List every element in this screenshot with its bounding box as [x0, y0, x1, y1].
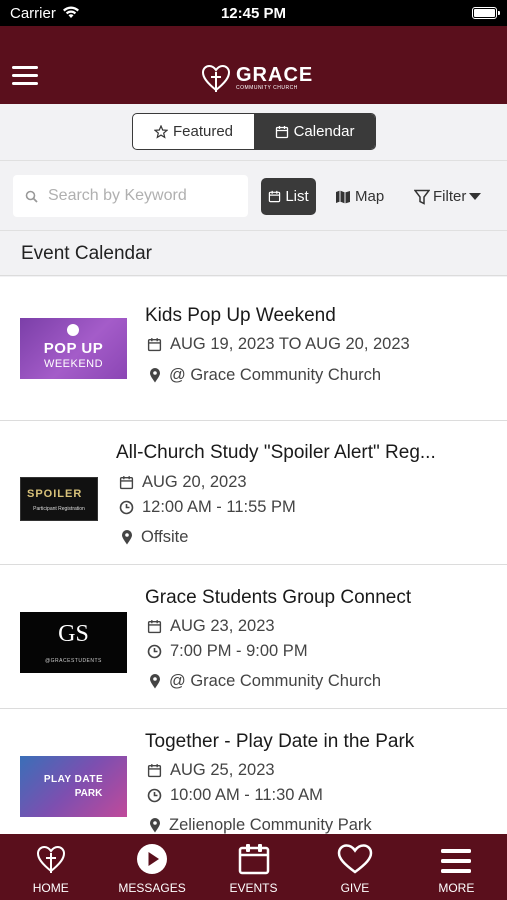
event-location: Offsite — [141, 528, 189, 546]
section-title: Event Calendar — [0, 232, 507, 276]
event-time: 12:00 AM - 11:55 PM — [142, 498, 296, 516]
event-thumbnail: SPOILER Participant Registration — [20, 477, 98, 521]
map-view-button[interactable]: Map — [335, 178, 384, 215]
bottom-tab-bar: HOME MESSAGES EVENTS GIVE MORE — [0, 834, 507, 900]
view-segmented-control: Featured Calendar — [132, 113, 376, 150]
app-header: GRACE COMMUNITY CHURCH — [0, 26, 507, 104]
event-location-row: @ Grace Community Church — [149, 672, 381, 691]
tab-more-label: MORE — [438, 881, 475, 895]
list-view-button[interactable]: List — [261, 178, 316, 215]
event-date: AUG 25, 2023 — [170, 761, 275, 779]
brand-name: GRACE — [236, 63, 314, 86]
heart-cross-icon — [36, 845, 65, 873]
hamburger-menu-icon[interactable] — [12, 66, 38, 86]
filter-icon — [414, 189, 430, 205]
chevron-down-icon — [469, 192, 482, 200]
heart-cross-icon — [201, 64, 231, 92]
map-icon — [336, 190, 350, 203]
calendar-icon — [269, 190, 281, 203]
event-date-row: AUG 23, 2023 — [147, 617, 275, 636]
filter-button[interactable]: Filter — [414, 178, 482, 215]
event-thumbnail: POP UP WEEKEND — [20, 318, 127, 379]
search-icon — [25, 190, 38, 203]
event-title: All-Church Study "Spoiler Alert" Reg... — [116, 442, 436, 463]
filter-toolbar: List Map Filter — [0, 160, 507, 231]
event-time-row: 10:00 AM - 11:30 AM — [147, 786, 323, 805]
event-item[interactable]: GS @GRACESTUDENTS Grace Students Group C… — [0, 565, 507, 709]
tab-messages-label: MESSAGES — [118, 881, 186, 895]
event-date-row: AUG 20, 2023 — [119, 473, 247, 492]
tab-more[interactable]: MORE — [406, 834, 507, 900]
status-bar: Carrier 12:45 PM — [0, 0, 507, 26]
battery-icon — [472, 7, 500, 19]
tab-events[interactable]: EVENTS — [203, 834, 304, 900]
tab-give[interactable]: GIVE — [304, 834, 405, 900]
map-label: Map — [355, 188, 385, 205]
event-item[interactable]: SPOILER Participant Registration All-Chu… — [0, 421, 507, 565]
map-pin-icon — [150, 674, 160, 689]
event-location: Zelienople Community Park — [169, 816, 372, 834]
event-location-row: Offsite — [121, 528, 188, 547]
tab-home[interactable]: HOME — [0, 834, 101, 900]
menu-icon — [441, 849, 472, 873]
featured-label: Featured — [172, 123, 234, 140]
map-pin-icon — [150, 368, 160, 383]
clock: 12:45 PM — [220, 5, 287, 22]
clock-icon — [147, 788, 162, 803]
event-thumbnail: PLAY DATE PARK — [20, 756, 127, 817]
map-pin-icon — [150, 818, 160, 833]
filter-label: Filter — [433, 188, 467, 205]
event-time-row: 7:00 PM - 9:00 PM — [147, 642, 308, 661]
map-pin-icon — [122, 530, 132, 545]
event-time: 10:00 AM - 11:30 AM — [170, 786, 323, 804]
event-location-row: @ Grace Community Church — [149, 366, 381, 385]
event-date: AUG 23, 2023 — [170, 617, 275, 635]
event-location: @ Grace Community Church — [169, 672, 382, 690]
tab-events-label: EVENTS — [229, 881, 278, 895]
tab-home-label: HOME — [32, 881, 69, 895]
grace-logo: GRACE COMMUNITY CHURCH — [200, 60, 313, 96]
calendar-icon — [147, 338, 162, 352]
event-date-row: AUG 25, 2023 — [147, 761, 275, 780]
event-location: @ Grace Community Church — [169, 366, 382, 384]
featured-tab[interactable]: Featured — [133, 114, 254, 149]
event-list[interactable]: POP UP WEEKEND Kids Pop Up Weekend AUG 1… — [0, 277, 507, 834]
event-item[interactable]: PLAY DATE PARK Together - Play Date in t… — [0, 709, 507, 834]
calendar-icon — [238, 844, 269, 875]
clock-icon — [119, 500, 134, 515]
calendar-label: Calendar — [293, 123, 355, 140]
event-date: AUG 20, 2023 — [142, 473, 247, 491]
event-thumbnail: GS @GRACESTUDENTS — [20, 612, 127, 673]
tab-messages[interactable]: MESSAGES — [101, 834, 202, 900]
event-time-row: 12:00 AM - 11:55 PM — [119, 498, 296, 517]
calendar-tab[interactable]: Calendar — [254, 114, 375, 149]
event-date: AUG 19, 2023 TO AUG 20, 2023 — [170, 335, 410, 353]
clock-icon — [147, 644, 162, 659]
heart-icon — [337, 844, 373, 874]
event-title: Together - Play Date in the Park — [145, 731, 415, 752]
calendar-icon — [147, 620, 162, 634]
event-time: 7:00 PM - 9:00 PM — [170, 642, 308, 660]
event-date-row: AUG 19, 2023 TO AUG 20, 2023 — [147, 335, 410, 354]
event-title: Kids Pop Up Weekend — [145, 305, 336, 326]
event-title: Grace Students Group Connect — [145, 587, 412, 608]
search-box[interactable] — [13, 175, 248, 217]
star-icon — [153, 124, 168, 139]
calendar-icon — [147, 764, 162, 778]
tab-give-label: GIVE — [340, 881, 370, 895]
calendar-icon — [275, 125, 288, 138]
search-input[interactable] — [48, 187, 238, 205]
play-icon — [137, 844, 168, 874]
event-item[interactable]: POP UP WEEKEND Kids Pop Up Weekend AUG 1… — [0, 277, 507, 421]
list-label: List — [285, 188, 309, 205]
event-location-row: Zelienople Community Park — [149, 816, 372, 834]
calendar-icon — [119, 476, 134, 490]
